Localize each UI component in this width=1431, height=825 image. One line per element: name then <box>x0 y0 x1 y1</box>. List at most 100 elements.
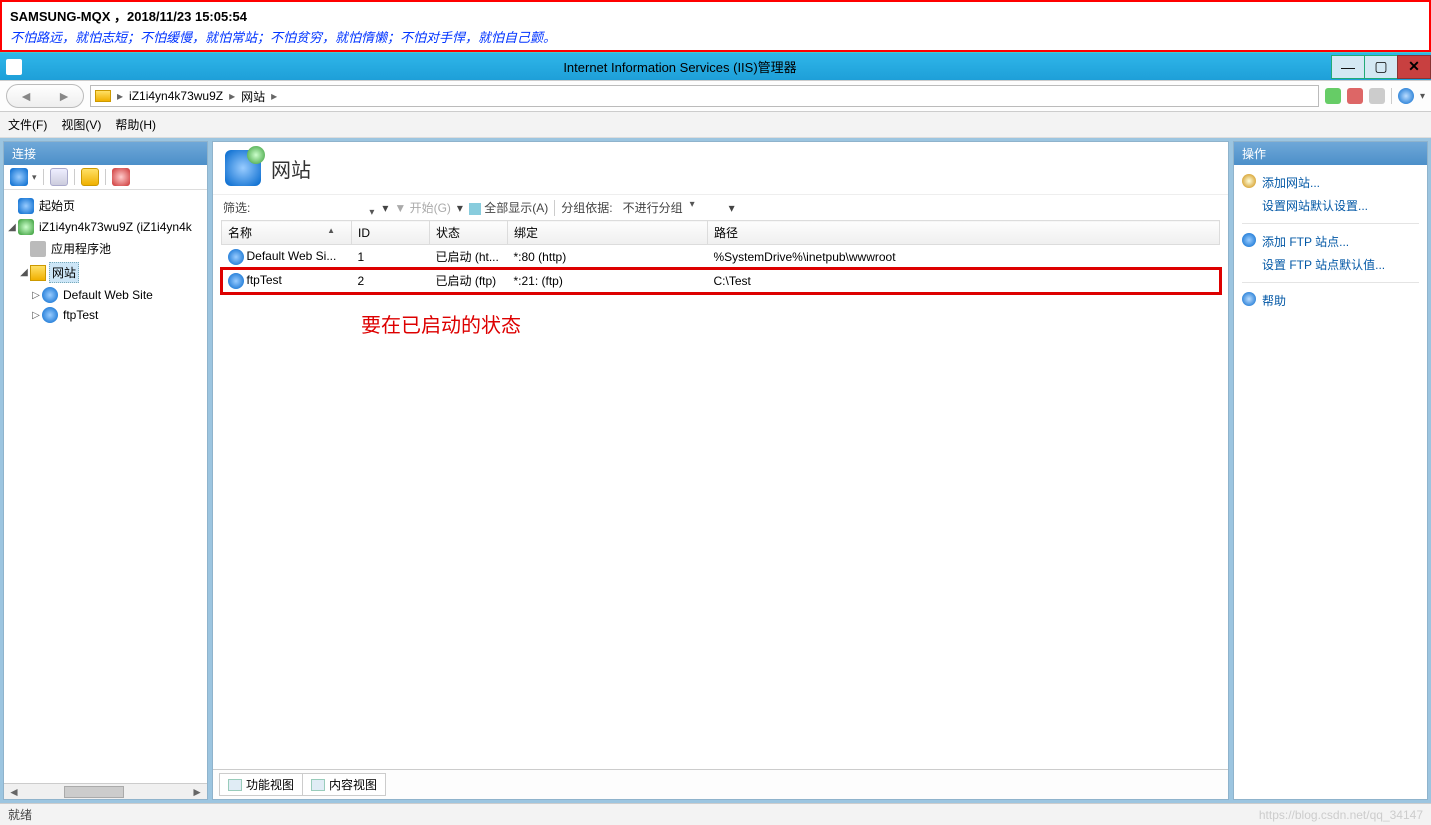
tree-label: 起始页 <box>37 196 77 215</box>
connections-tree: 起始页 ◢ iZ1i4yn4k73wu9Z (iZ1i4yn4k 应用程序池 ◢… <box>4 190 207 783</box>
groupby-label: 分组依据: <box>561 199 612 216</box>
save-icon[interactable] <box>50 168 68 186</box>
forward-icon[interactable]: ► <box>57 88 71 104</box>
col-id[interactable]: ID <box>352 221 430 245</box>
help-icon[interactable] <box>1398 88 1414 104</box>
collapse-icon[interactable]: ◢ <box>6 222 18 233</box>
view-tabs: 功能视图 内容视图 <box>213 769 1228 799</box>
breadcrumb-server[interactable]: iZ1i4yn4k73wu9Z <box>125 89 227 103</box>
watermark-banner: SAMSUNG-MQX ，2018/11/23 15:05:54 不怕路远，就怕… <box>0 0 1431 52</box>
breadcrumb-bar[interactable]: ▸ iZ1i4yn4k73wu9Z ▸ 网站 ▸ <box>90 85 1319 107</box>
filter-input[interactable] <box>256 207 376 208</box>
stop-icon[interactable] <box>1347 88 1363 104</box>
home-icon[interactable] <box>1369 88 1385 104</box>
dropdown-icon[interactable]: ▾ <box>1420 91 1425 102</box>
tree-sites[interactable]: ◢ 网站 <box>6 260 205 285</box>
connections-toolbar: ▾ <box>4 165 207 190</box>
action-add-website[interactable]: 添加网站... <box>1242 171 1419 194</box>
showall-label: 全部显示(A) <box>484 201 548 215</box>
remove-connection-icon[interactable] <box>112 168 130 186</box>
action-label: 添加网站... <box>1262 176 1320 190</box>
main-area: 连接 ▾ 起始页 ◢ iZ1i4yn4k73wu9Z (iZ1i4yn4k <box>0 138 1431 803</box>
tab-label: 功能视图 <box>246 776 294 793</box>
tab-features-view[interactable]: 功能视图 <box>219 773 303 796</box>
action-ftp-defaults[interactable]: 设置 FTP 站点默认值... <box>1242 253 1419 276</box>
toolbar-sep <box>554 200 555 216</box>
breadcrumb-sep: ▸ <box>115 89 125 103</box>
folder-icon <box>95 90 111 102</box>
status-watermark: https://blog.csdn.net/qq_34147 <box>1259 808 1423 822</box>
col-binding[interactable]: 绑定 <box>508 221 708 245</box>
tree-label: Default Web Site <box>61 287 155 303</box>
expand-icon[interactable]: ▷ <box>30 290 42 301</box>
grid-row-highlighted[interactable]: ftpTest 2 已启动 (ftp) *:21: (ftp) C:\Test <box>222 269 1220 293</box>
tree-start-page[interactable]: 起始页 <box>6 194 205 217</box>
back-icon[interactable]: ◄ <box>19 88 33 104</box>
menu-file[interactable]: 文件(F) <box>8 116 47 133</box>
globe-icon <box>228 249 244 265</box>
groupby-dropdown[interactable]: 不进行分组 <box>619 199 697 216</box>
banner-line1: SAMSUNG-MQX ，2018/11/23 15:05:54 <box>10 6 1421 25</box>
content-panel: 网站 筛选: ▾ ▼ 开始(G) ▾ 全部显示(A) 分组依据: 不进行分组 ▾… <box>212 141 1229 800</box>
tab-content-view[interactable]: 内容视图 <box>302 773 386 796</box>
cell-name: ftpTest <box>247 273 282 287</box>
help-icon <box>1242 292 1256 306</box>
actions-group-ftp: 添加 FTP 站点... 设置 FTP 站点默认值... <box>1242 230 1419 283</box>
globe-icon <box>42 307 58 323</box>
maximize-button[interactable]: ▢ <box>1364 55 1398 79</box>
refresh-icon[interactable] <box>1325 88 1341 104</box>
close-button[interactable]: ✕ <box>1397 55 1431 79</box>
globe-icon <box>228 273 244 289</box>
tree-site-ftptest[interactable]: ▷ ftpTest <box>6 305 205 325</box>
actions-group-site: 添加网站... 设置网站默认设置... <box>1242 171 1419 224</box>
breadcrumb-sep: ▸ <box>227 89 237 103</box>
action-add-ftp-site[interactable]: 添加 FTP 站点... <box>1242 230 1419 253</box>
window-title: Internet Information Services (IIS)管理器 <box>28 57 1332 76</box>
action-site-defaults[interactable]: 设置网站默认设置... <box>1242 194 1419 217</box>
tree-label: ftpTest <box>61 307 100 323</box>
collapse-icon[interactable]: ◢ <box>18 267 30 278</box>
filter-toolbar: 筛选: ▾ ▼ 开始(G) ▾ 全部显示(A) 分组依据: 不进行分组 ▾ <box>213 195 1228 220</box>
action-help[interactable]: 帮助 <box>1242 289 1419 312</box>
window-buttons: — ▢ ✕ <box>1332 55 1431 79</box>
cell-name: Default Web Si... <box>247 249 337 263</box>
showall-button[interactable]: 全部显示(A) <box>469 199 548 216</box>
tree-label: 应用程序池 <box>49 239 113 258</box>
toolbar-sep <box>74 169 75 185</box>
sites-big-icon <box>225 150 261 186</box>
tree-app-pools[interactable]: 应用程序池 <box>6 237 205 260</box>
menu-help[interactable]: 帮助(H) <box>115 116 156 133</box>
tree-site-default[interactable]: ▷ Default Web Site <box>6 285 205 305</box>
start-button-disabled: ▼ 开始(G) <box>394 199 451 216</box>
app-icon <box>6 59 22 75</box>
breadcrumb-section[interactable]: 网站 <box>237 88 269 105</box>
horizontal-scrollbar[interactable]: ◄ ► <box>4 783 207 799</box>
content-header: 网站 <box>213 142 1228 195</box>
navigation-bar: ◄ ► ▸ iZ1i4yn4k73wu9Z ▸ 网站 ▸ ▾ <box>0 80 1431 112</box>
minimize-button[interactable]: — <box>1331 55 1365 79</box>
col-path[interactable]: 路径 <box>708 221 1220 245</box>
scroll-left-icon[interactable]: ◄ <box>4 785 24 799</box>
tab-label: 内容视图 <box>329 776 377 793</box>
dropdown-icon[interactable]: ▾ <box>32 172 37 183</box>
cell-binding: *:21: (ftp) <box>508 269 708 293</box>
col-name[interactable]: 名称 <box>222 221 352 245</box>
features-view-icon <box>228 779 242 791</box>
connect-icon[interactable] <box>10 168 28 186</box>
menu-view[interactable]: 视图(V) <box>61 116 101 133</box>
col-status[interactable]: 状态 <box>430 221 508 245</box>
cell-id: 2 <box>352 269 430 293</box>
actions-header: 操作 <box>1234 142 1427 165</box>
scroll-thumb[interactable] <box>64 786 124 798</box>
expand-icon[interactable]: ▷ <box>30 310 42 321</box>
grid-row[interactable]: Default Web Si... 1 已启动 (ht... *:80 (htt… <box>222 245 1220 269</box>
start-page-icon <box>18 198 34 214</box>
up-level-icon[interactable] <box>81 168 99 186</box>
tree-server[interactable]: ◢ iZ1i4yn4k73wu9Z (iZ1i4yn4k <box>6 217 205 237</box>
nav-right-icons: ▾ <box>1319 88 1431 104</box>
toolbar-sep <box>105 169 106 185</box>
scroll-right-icon[interactable]: ► <box>187 785 207 799</box>
nav-back-forward[interactable]: ◄ ► <box>6 84 84 108</box>
cell-status: 已启动 (ftp) <box>430 269 508 293</box>
sites-folder-icon <box>30 265 46 281</box>
